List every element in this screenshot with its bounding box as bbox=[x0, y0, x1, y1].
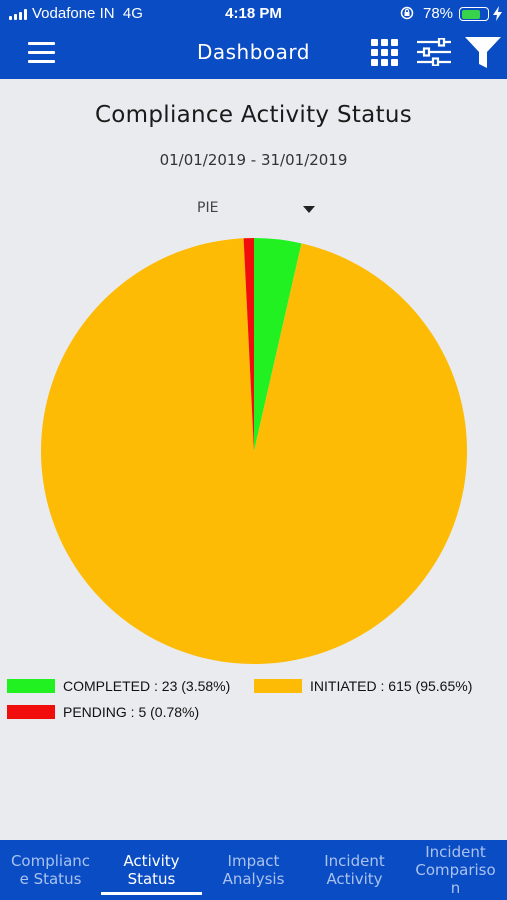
legend-item-completed: COMPLETED : 23 (3.58%) bbox=[7, 677, 230, 695]
tab-impact-analysis[interactable]: Impact Analysis bbox=[203, 840, 304, 900]
tab-label-line: Analysis bbox=[222, 870, 285, 888]
date-range[interactable]: 01/01/2019 - 31/01/2019 bbox=[0, 151, 507, 169]
charging-icon bbox=[493, 6, 502, 21]
legend-swatch-completed bbox=[7, 679, 55, 693]
tab-label: Incident Activity bbox=[324, 852, 384, 888]
nav-bar: Dashboard bbox=[0, 28, 507, 79]
legend-swatch-initiated bbox=[254, 679, 302, 693]
tab-label: Complianc e Status bbox=[11, 852, 90, 888]
bottom-tab-bar: Complianc e Status Activity Status Impact A… bbox=[0, 840, 507, 900]
tab-label-line: Compariso bbox=[415, 861, 496, 879]
legend-swatch-pending bbox=[7, 705, 55, 719]
filter-icon[interactable] bbox=[465, 37, 501, 68]
orientation-lock-icon bbox=[400, 6, 414, 20]
chart-title: Compliance Activity Status bbox=[94, 102, 413, 128]
chart-type-dropdown[interactable]: PIE bbox=[190, 197, 320, 221]
battery-icon bbox=[459, 7, 489, 21]
legend-label-pending: PENDING : 5 (0.78%) bbox=[63, 704, 200, 720]
tab-label-line: Incident bbox=[425, 843, 486, 861]
dropdown-arrow-icon bbox=[303, 206, 315, 213]
menu-icon[interactable] bbox=[28, 42, 55, 63]
tab-label: Activity Status bbox=[123, 852, 179, 888]
tab-label: Incident Compariso n bbox=[415, 843, 495, 897]
tab-label: Impact Analysis bbox=[223, 852, 285, 888]
tab-label-line: Impact bbox=[227, 852, 280, 870]
tab-activity-status[interactable]: Activity Status bbox=[101, 840, 202, 900]
tab-label-line: Activity bbox=[326, 870, 383, 888]
tab-label-line: Complianc bbox=[10, 852, 91, 870]
tab-incident-activity[interactable]: Incident Activity bbox=[304, 840, 405, 900]
grid-icon[interactable] bbox=[371, 39, 398, 66]
legend-label-completed: COMPLETED : 23 (3.58%) bbox=[63, 678, 231, 694]
battery-level bbox=[461, 9, 481, 19]
tab-label-line: e Status bbox=[19, 870, 82, 888]
chart-type-value: PIE bbox=[197, 200, 219, 216]
app-header: Vodafone IN 4G 4:18 PM 78% Dashboard bbox=[0, 0, 507, 79]
tab-label-line: Status bbox=[127, 870, 176, 888]
battery-percent: 78% bbox=[423, 5, 454, 22]
tab-incident-comparison[interactable]: Incident Compariso n bbox=[405, 840, 506, 900]
status-bar: Vodafone IN 4G 4:18 PM 78% bbox=[0, 0, 507, 28]
sliders-icon[interactable] bbox=[417, 38, 451, 66]
tab-label-line: Incident bbox=[324, 852, 385, 870]
legend-item-pending: PENDING : 5 (0.78%) bbox=[7, 703, 199, 721]
pie-chart bbox=[40, 238, 467, 664]
tab-compliance-status[interactable]: Complianc e Status bbox=[0, 840, 101, 900]
tab-label-line: Activity bbox=[123, 852, 180, 870]
tab-label-line: n bbox=[450, 879, 461, 897]
legend-label-initiated: INITIATED : 615 (95.65%) bbox=[310, 678, 473, 694]
legend-item-initiated: INITIATED : 615 (95.65%) bbox=[254, 677, 472, 695]
